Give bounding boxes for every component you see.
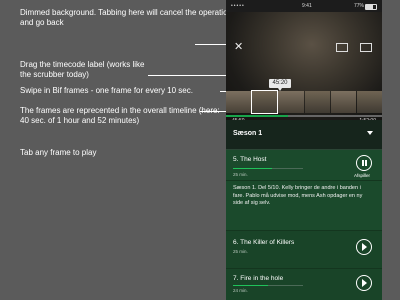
bif-frame[interactable] [356, 91, 382, 113]
episode-duration: 25 min. [233, 249, 248, 254]
episode-title: 7. Fire in the hole [233, 275, 284, 282]
annotation-bif-frames: Swipe in Bif frames - one frame for ever… [20, 86, 193, 95]
timecode-label[interactable]: 45:20 [269, 79, 291, 91]
close-icon[interactable]: ✕ [234, 42, 243, 53]
signal-indicator: ••••• [231, 3, 245, 9]
bif-frame-selected[interactable] [251, 90, 279, 114]
divider [226, 180, 382, 181]
bif-frame[interactable] [330, 91, 356, 113]
episode-description: Sæson 1. Del 5/10. Kelly bringer de andr… [233, 185, 363, 206]
annotation-dimmed-background: Dimmed background. Tabbing here will can… [20, 8, 232, 27]
season-selector[interactable]: Sæson 1 [226, 120, 382, 150]
episode-duration: 24 min. [233, 288, 248, 293]
chevron-down-icon [367, 131, 373, 135]
timeline-scrubber[interactable] [226, 115, 382, 117]
play-icon[interactable] [356, 239, 372, 255]
battery-icon [365, 4, 377, 10]
cast-icon[interactable] [360, 43, 372, 52]
pause-icon[interactable] [356, 155, 372, 171]
now-playing-label: Afspiller [354, 173, 371, 178]
episode-item[interactable]: 6. The Killer of Killers 25 min. [226, 230, 382, 269]
bif-frame[interactable] [304, 91, 330, 113]
video-player[interactable]: ✕ 45:20 45:50 1:52:00 [226, 12, 382, 124]
episode-title: 6. The Killer of Killers [233, 239, 295, 246]
bif-frame[interactable] [278, 91, 304, 113]
bif-frame[interactable] [226, 91, 252, 113]
status-time: 9:41 [302, 3, 312, 9]
phone-screen: ••••• 9:41 77% ✕ 45:20 45:50 1:52:00 Sæs… [226, 0, 382, 300]
episode-progress [233, 168, 303, 169]
bif-frames-strip[interactable] [226, 90, 382, 114]
season-label: Sæson 1 [233, 130, 263, 137]
episode-progress [233, 285, 303, 286]
episode-item-active[interactable]: 5. The Host 25 min. Afspiller Sæson 1. D… [226, 150, 382, 230]
annotation-timeline: The frames are reprecented in the overal… [20, 106, 220, 125]
battery-percent: 77% [353, 3, 364, 9]
airplay-icon[interactable] [336, 43, 348, 52]
status-bar: ••••• 9:41 77% [226, 0, 382, 12]
episode-item[interactable]: 7. Fire in the hole 24 min. [226, 268, 382, 300]
annotation-timecode: Drag the timecode label (works like the … [20, 60, 145, 79]
play-icon[interactable] [356, 275, 372, 291]
annotation-tab-frame: Tab any frame to play [20, 148, 97, 157]
episode-duration: 25 min. [233, 172, 248, 177]
episode-title: 5. The Host [233, 156, 267, 163]
